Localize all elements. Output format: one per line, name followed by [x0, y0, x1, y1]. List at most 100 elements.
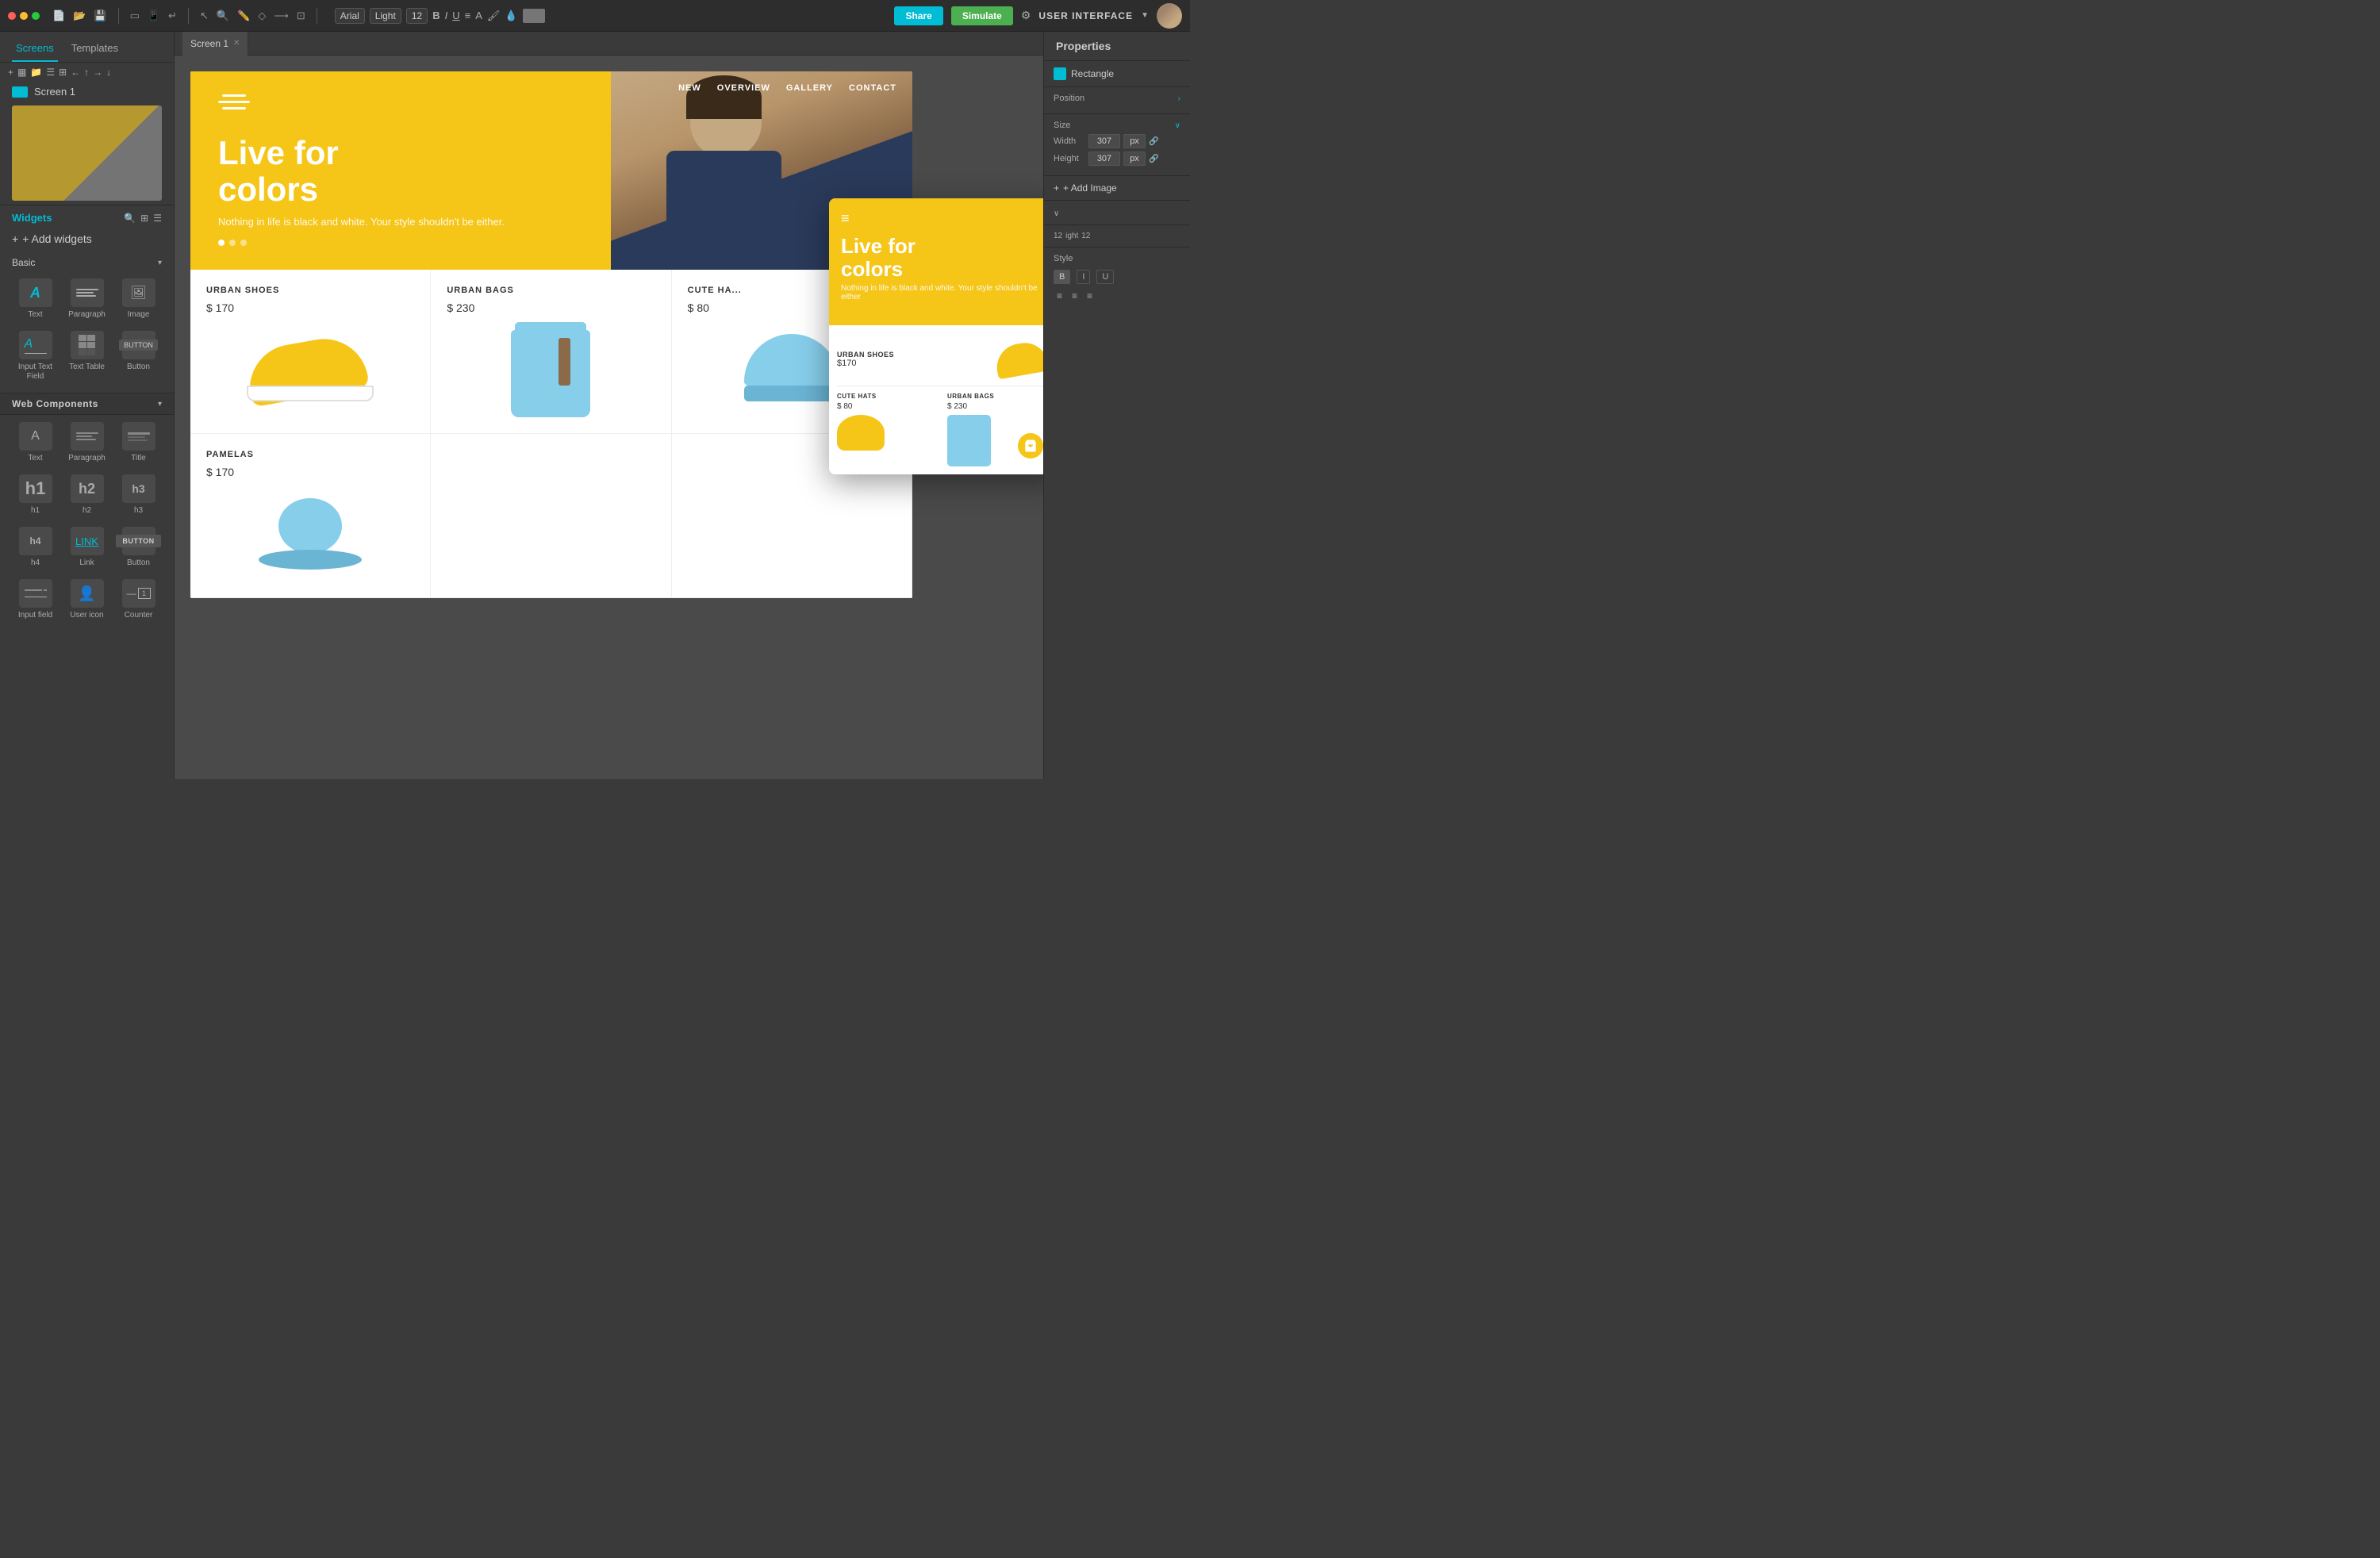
- widget-user-icon[interactable]: 👤 User icon: [63, 576, 110, 624]
- align-center-icon[interactable]: ≡: [1069, 289, 1081, 303]
- basic-section-header[interactable]: Basic ▾: [8, 254, 166, 271]
- open-icon[interactable]: 📂: [73, 10, 86, 22]
- align-icon[interactable]: ≡: [465, 10, 471, 21]
- simulate-button[interactable]: Simulate: [951, 6, 1013, 25]
- more-collapse-icon[interactable]: ∨: [1054, 209, 1059, 218]
- underline-icon[interactable]: U: [452, 10, 459, 21]
- size-collapse-icon[interactable]: ∨: [1175, 121, 1180, 130]
- widget-input-field[interactable]: Input field: [12, 576, 59, 624]
- close-button[interactable]: [8, 12, 16, 20]
- save-icon[interactable]: 💾: [94, 10, 106, 22]
- tab-templates[interactable]: Templates: [67, 36, 122, 62]
- device-icon[interactable]: 📱: [148, 10, 160, 22]
- search-icon[interactable]: 🔍: [217, 10, 229, 22]
- arrow-right-icon[interactable]: →: [93, 67, 102, 78]
- width-unit[interactable]: px: [1123, 134, 1146, 148]
- height-unit[interactable]: px: [1123, 152, 1146, 166]
- widget-counter[interactable]: — 1 Counter: [115, 576, 162, 624]
- color-box-icon[interactable]: [523, 9, 545, 23]
- shape-icon[interactable]: ◇: [258, 10, 266, 22]
- arrow-up-icon[interactable]: ↑: [84, 67, 89, 78]
- user-avatar[interactable]: [1157, 3, 1182, 29]
- italic-button[interactable]: I: [1077, 270, 1090, 284]
- dot-1[interactable]: [218, 240, 225, 246]
- hat-dome: [744, 334, 839, 386]
- connect-icon[interactable]: ⟶: [274, 10, 289, 22]
- grid-small-icon[interactable]: ▦: [17, 67, 26, 78]
- widget-wc-button[interactable]: BUTTON Button: [115, 524, 162, 571]
- widget-wc-paragraph[interactable]: Paragraph: [63, 419, 110, 466]
- font-weight[interactable]: Light: [370, 8, 401, 24]
- height-value-input[interactable]: 307: [1088, 152, 1120, 166]
- add-widgets-button[interactable]: + + Add widgets: [0, 230, 174, 250]
- tablet-icon[interactable]: ⊡: [297, 10, 305, 22]
- width-value-input[interactable]: 307: [1088, 134, 1120, 148]
- enter-icon[interactable]: ↵: [168, 10, 177, 22]
- width-lock-icon[interactable]: 🔗: [1149, 137, 1158, 146]
- widget-wc-title[interactable]: Title: [115, 419, 162, 466]
- widget-text[interactable]: A Text: [12, 275, 59, 323]
- list-widgets-icon[interactable]: ☰: [153, 213, 162, 224]
- text-size-label[interactable]: 12: [1054, 232, 1062, 240]
- list-view-icon[interactable]: ☰: [46, 67, 55, 78]
- add-image-button[interactable]: + + Add Image: [1044, 176, 1190, 201]
- widget-h1[interactable]: h1 h1: [12, 471, 59, 519]
- italic-icon[interactable]: I: [445, 10, 448, 21]
- widget-image[interactable]: 🖼 Image: [115, 275, 162, 323]
- frame-icon[interactable]: ▭: [130, 10, 140, 22]
- add-screen-icon[interactable]: +: [8, 67, 13, 78]
- arrow-left-icon[interactable]: ←: [71, 67, 80, 78]
- search-widgets-icon[interactable]: 🔍: [124, 213, 136, 224]
- font-size[interactable]: 12: [406, 8, 428, 24]
- canvas-tab-screen1[interactable]: Screen 1 ✕: [182, 32, 248, 56]
- dropper-icon[interactable]: 💧: [505, 10, 517, 22]
- widget-h3[interactable]: h3 h3: [115, 471, 162, 519]
- canvas-tab-close-icon[interactable]: ✕: [233, 39, 240, 48]
- cart-badge[interactable]: [1018, 433, 1043, 459]
- widget-h4[interactable]: h4 h4: [12, 524, 59, 571]
- align-right-icon[interactable]: ≡: [1084, 289, 1096, 303]
- paint-icon[interactable]: 🖌: [487, 10, 501, 22]
- pamela-brim: [259, 550, 362, 570]
- folder-icon[interactable]: 📁: [30, 67, 42, 78]
- widget-button[interactable]: BUTTON Button: [115, 328, 162, 385]
- maximize-button[interactable]: [32, 12, 40, 20]
- widget-paragraph[interactable]: Paragraph: [63, 275, 110, 323]
- bold-icon[interactable]: B: [432, 10, 440, 21]
- nav-overview[interactable]: OVERVIEW: [717, 83, 770, 93]
- grid-view-icon[interactable]: ⊞: [59, 67, 67, 78]
- nav-new[interactable]: NEW: [678, 83, 701, 93]
- minimize-button[interactable]: [20, 12, 28, 20]
- align-left-icon[interactable]: ≡: [1054, 289, 1065, 303]
- dot-3[interactable]: [240, 240, 247, 246]
- nav-gallery[interactable]: GALLERY: [786, 83, 833, 93]
- arrow-down-icon[interactable]: ↓: [106, 67, 111, 78]
- settings-icon[interactable]: ⚙: [1021, 9, 1031, 22]
- tab-screens[interactable]: Screens: [12, 36, 58, 62]
- widget-h2[interactable]: h2 h2: [63, 471, 110, 519]
- grid-widgets-icon[interactable]: ⊞: [140, 213, 148, 224]
- bold-button[interactable]: B: [1054, 270, 1070, 284]
- basic-collapse-icon[interactable]: ▾: [158, 259, 162, 267]
- dot-2[interactable]: [229, 240, 236, 246]
- nav-contact[interactable]: CONTACT: [849, 83, 896, 93]
- widget-link[interactable]: LINK Link: [63, 524, 110, 571]
- font-family[interactable]: Arial: [335, 8, 365, 24]
- web-components-collapse-icon[interactable]: ▾: [158, 400, 162, 409]
- canvas-area[interactable]: Live for colors Nothing in life is black…: [175, 56, 1043, 779]
- underline-button[interactable]: U: [1096, 270, 1114, 284]
- height-lock-icon[interactable]: 🔗: [1149, 155, 1158, 163]
- screen-item[interactable]: Screen 1: [0, 82, 174, 102]
- new-file-icon[interactable]: 📄: [52, 10, 65, 22]
- widget-text-table[interactable]: Text Table: [63, 328, 110, 385]
- pen-icon[interactable]: ✏️: [237, 10, 250, 22]
- widget-input-text-field[interactable]: A Input Text Field: [12, 328, 59, 385]
- web-components-section-header[interactable]: Web Components ▾: [0, 393, 174, 415]
- select-icon[interactable]: ↖: [200, 10, 209, 22]
- widget-wc-text[interactable]: A Text: [12, 419, 59, 466]
- text-color-icon[interactable]: A: [475, 10, 482, 21]
- position-expand-icon[interactable]: ›: [1178, 94, 1180, 103]
- dropdown-arrow-icon[interactable]: ▼: [1141, 11, 1149, 20]
- rectangle-color-swatch[interactable]: [1054, 67, 1066, 80]
- share-button[interactable]: Share: [894, 6, 942, 25]
